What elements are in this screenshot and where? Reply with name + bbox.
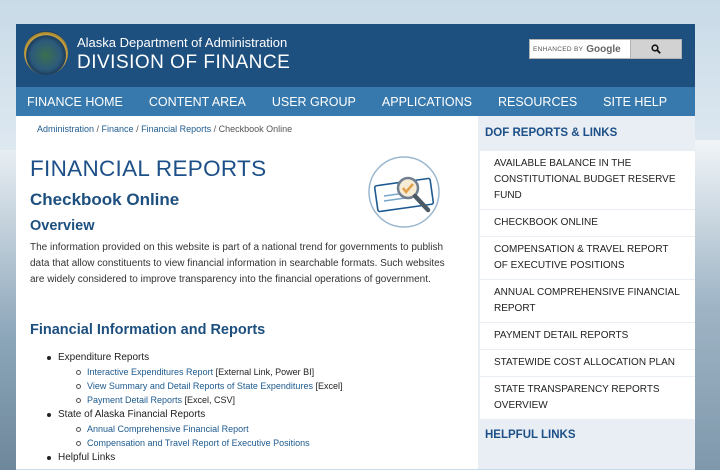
sidebar-link[interactable]: COMPENSATION & TRAVEL REPORT OF EXECUTIV… [480,237,695,279]
main-nav: FINANCE HOME CONTENT AREA USER GROUP APPLIC… [16,87,695,116]
report-link[interactable]: View Summary and Detail Reports of State… [87,381,313,391]
helpful-links-heading: HELPFUL LINKS [485,429,576,441]
magnifier-icon [651,44,661,54]
sidebar-link[interactable]: PAYMENT DETAIL REPORTS [480,323,695,349]
list-group-heading: Expenditure Reports [45,350,465,365]
nav-item-applications[interactable]: APPLICATIONS [382,95,472,109]
google-logo-text: Google [586,43,621,55]
search-button[interactable] [630,40,681,58]
sidebar-heading: DOF REPORTS & LINKS [485,127,618,139]
report-link[interactable]: Interactive Expenditures Report [87,367,213,377]
list-group-heading: State of Alaska Financial Reports [45,407,465,422]
search-input[interactable]: ENHANCED BY Google [530,40,631,58]
report-list: Expenditure Reports Interactive Expenditu… [45,350,465,465]
nav-item-user-group[interactable]: USER GROUP [272,95,356,109]
sidebar-link[interactable]: CHECKBOOK ONLINE [480,210,695,236]
nav-item-site-help[interactable]: SITE HELP [603,95,667,109]
breadcrumb-link-financial-reports[interactable]: Financial Reports [141,124,211,134]
breadcrumb: Administration / Finance / Financial Rep… [37,124,293,134]
nav-item-resources[interactable]: RESOURCES [498,95,577,109]
breadcrumb-link-finance[interactable]: Finance [102,124,134,134]
page-title: FINANCIAL REPORTS [30,156,267,181]
report-link[interactable]: Compensation and Travel Report of Execut… [87,438,310,448]
report-link[interactable]: Annual Comprehensive Financial Report [87,424,249,434]
list-item: View Summary and Detail Reports of State… [45,379,465,393]
breadcrumb-current: Checkbook Online [218,124,293,134]
sidebar-link[interactable]: STATEWIDE COST ALLOCATION PLAN [480,350,695,376]
division-title[interactable]: DIVISION OF FINANCE [77,52,290,74]
page-subtitle: Checkbook Online [30,190,180,209]
sidebar-link[interactable]: ANNUAL COMPREHENSIVE FINANCIAL REPORT [480,280,695,322]
sidebar: DOF REPORTS & LINKS AVAILABLE BALANCE IN… [478,116,695,469]
sidebar-items: AVAILABLE BALANCE IN THE CONSTITUTIONAL … [478,151,695,419]
list-item: Interactive Expenditures Report [Externa… [45,365,465,379]
enhanced-by-label: ENHANCED BY [533,45,584,53]
report-format-note: [External Link, Power BI] [213,367,315,377]
department-name[interactable]: Alaska Department of Administration [77,35,287,50]
list-item: Compensation and Travel Report of Execut… [45,436,465,450]
alaska-seal-icon[interactable] [24,31,68,75]
check-magnifier-icon [368,156,440,228]
background-mountain-left [0,150,16,470]
nav-item-content-area[interactable]: CONTENT AREA [149,95,246,109]
report-link[interactable]: Payment Detail Reports [87,395,182,405]
list-item: Payment Detail Reports [Excel, CSV] [45,393,465,407]
nav-item-finance-home[interactable]: FINANCE HOME [27,95,123,109]
main-content: Administration / Finance / Financial Rep… [16,116,478,469]
overview-heading: Overview [30,218,95,234]
report-format-note: [Excel] [312,381,343,391]
sidebar-link[interactable]: STATE TRANSPARENCY REPORTS OVERVIEW [480,377,695,419]
site-header: Alaska Department of Administration DIVI… [16,24,695,87]
page-frame: Alaska Department of Administration DIVI… [16,24,695,469]
report-format-note: [Excel, CSV] [182,395,236,405]
background-mountain-right [695,140,720,470]
overview-text: The information provided on this website… [30,242,445,285]
list-item: Annual Comprehensive Financial Report [45,422,465,436]
search-box: ENHANCED BY Google [529,39,682,59]
section-heading-financial-info: Financial Information and Reports [30,322,266,338]
sidebar-link[interactable]: AVAILABLE BALANCE IN THE CONSTITUTIONAL … [480,151,695,209]
list-group-heading: Helpful Links [45,450,465,465]
breadcrumb-link-administration[interactable]: Administration [37,124,94,134]
